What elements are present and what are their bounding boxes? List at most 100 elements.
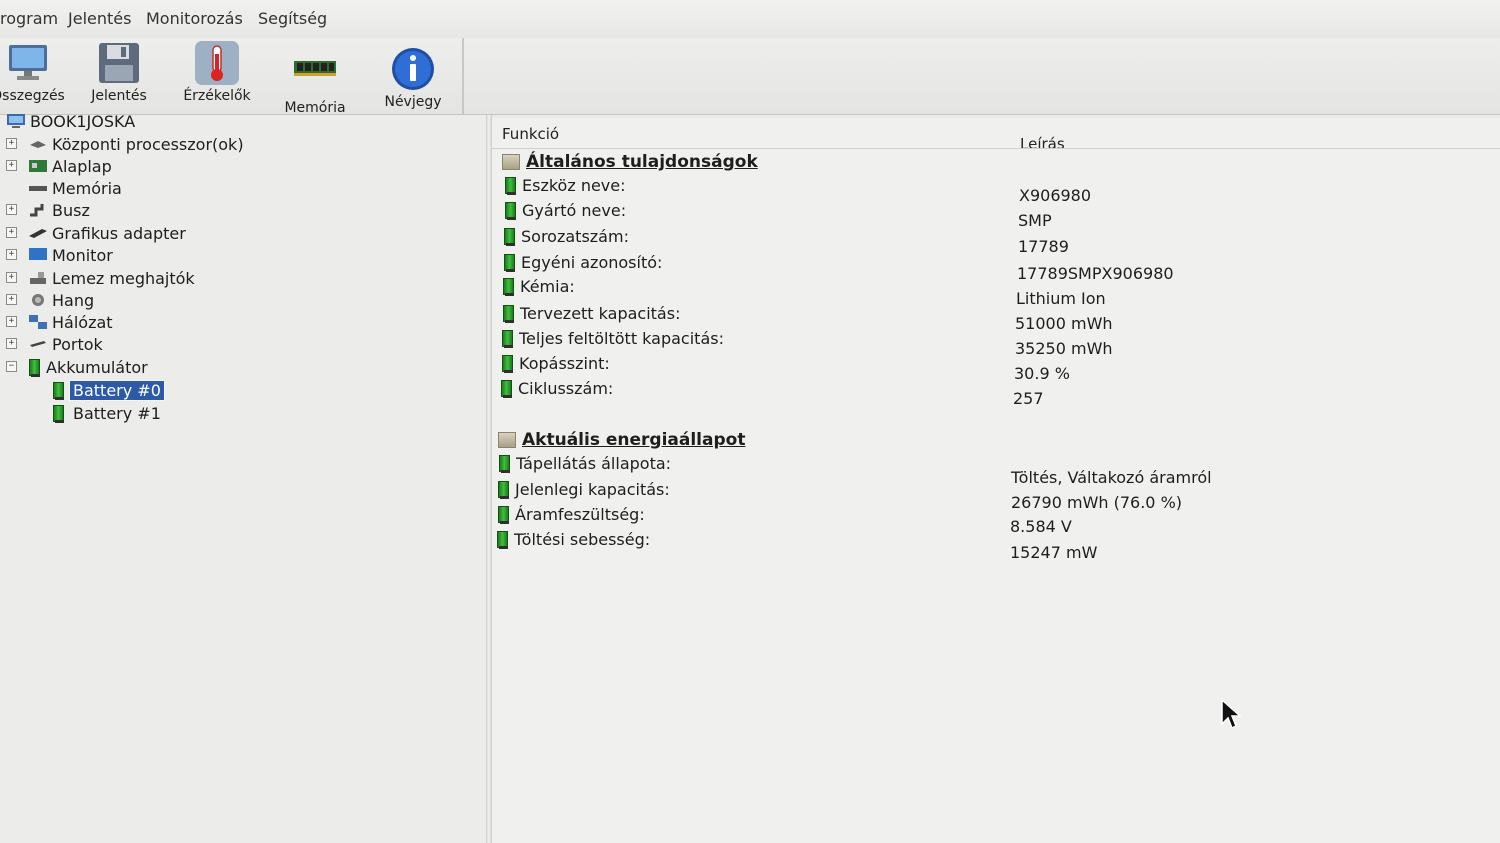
- expand-toggle[interactable]: +: [6, 249, 17, 260]
- ram-icon: [28, 180, 48, 196]
- property-row[interactable]: Kopásszint:: [501, 354, 610, 373]
- property-label: Jelenlegi kapacitás:: [515, 480, 670, 499]
- tree-root[interactable]: BOOK1JOSKA: [6, 110, 135, 132]
- summary-button[interactable]: Összegzés: [0, 40, 72, 104]
- tree-item-cpu[interactable]: + Központi processzor(ok): [6, 133, 244, 155]
- battery-icon: [500, 380, 512, 398]
- toolbar-separator: [462, 38, 464, 114]
- expand-toggle[interactable]: +: [6, 294, 17, 305]
- tree-item-label: Grafikus adapter: [52, 223, 186, 243]
- tree-item-battery[interactable]: − Akkumulátor: [6, 356, 148, 378]
- battery-icon: [52, 404, 64, 423]
- battery-icon: [501, 355, 513, 373]
- property-row[interactable]: Kémia:: [502, 277, 575, 296]
- memory-label: Memória: [284, 100, 346, 116]
- expand-toggle[interactable]: +: [6, 338, 17, 349]
- about-button[interactable]: Névjegy: [369, 40, 457, 110]
- property-value: 35250 mWh: [1015, 339, 1113, 358]
- collapse-toggle[interactable]: −: [6, 361, 17, 372]
- property-label: Kopásszint:: [519, 354, 610, 373]
- tree-item-label: Központi processzor(ok): [52, 134, 244, 154]
- battery-icon: [497, 481, 509, 499]
- speaker-icon: [28, 292, 48, 308]
- tree-item-label: Lemez meghajtók: [52, 268, 195, 288]
- property-row[interactable]: Egyéni azonosító:: [503, 253, 662, 272]
- memory-button[interactable]: Memória: [271, 40, 359, 116]
- network-icon: [28, 314, 48, 330]
- tree-item-label: Monitor: [52, 245, 113, 265]
- property-label: Áramfeszültség:: [515, 505, 645, 524]
- floppy-icon: [95, 40, 143, 86]
- tree-item-motherboard[interactable]: + Alaplap: [6, 155, 112, 177]
- column-header-function[interactable]: Funkció: [502, 125, 559, 143]
- column-header-description[interactable]: Leírás: [1020, 135, 1065, 153]
- property-row[interactable]: Sorozatszám:: [503, 227, 629, 246]
- battery-icon: [497, 506, 509, 524]
- battery-icon: [498, 455, 510, 473]
- battery-icon: [501, 330, 513, 348]
- property-row[interactable]: Ciklusszám:: [500, 379, 613, 398]
- tree-item-disks[interactable]: + Lemez meghajtók: [6, 267, 195, 289]
- tree-item-label: Busz: [52, 200, 90, 220]
- property-label: Töltési sebesség:: [514, 530, 651, 549]
- gpu-icon: [28, 225, 48, 241]
- expand-toggle[interactable]: +: [6, 227, 17, 238]
- tree-item-battery-1[interactable]: Battery #1: [52, 402, 164, 424]
- expand-toggle[interactable]: +: [6, 272, 17, 283]
- property-label: Kémia:: [520, 277, 575, 296]
- property-label: Tápellátás állapota:: [516, 454, 672, 473]
- mouse-cursor-icon: [1220, 698, 1242, 734]
- menu-monitoring[interactable]: Monitorozás: [146, 9, 243, 28]
- property-row[interactable]: Gyártó neve:: [504, 201, 626, 220]
- summary-label: Összegzés: [0, 88, 65, 104]
- tree-item-sound[interactable]: + Hang: [6, 289, 94, 311]
- property-value: 26790 mWh (76.0 %): [1011, 493, 1183, 512]
- expand-toggle[interactable]: +: [6, 138, 17, 149]
- menu-help[interactable]: Segítség: [258, 9, 327, 28]
- about-label: Névjegy: [384, 94, 442, 110]
- expand-toggle[interactable]: +: [6, 204, 17, 215]
- menu-program[interactable]: rogram: [0, 9, 58, 28]
- tree-item-battery-0[interactable]: Battery #0: [52, 379, 165, 401]
- section-title: Aktuális energiaállapot: [522, 430, 746, 450]
- tree-item-monitor[interactable]: + Monitor: [6, 244, 113, 266]
- device-tree: BOOK1JOSKA + Központi processzor(ok) + A…: [0, 112, 488, 843]
- cpu-icon: [28, 136, 48, 152]
- header-divider: [492, 148, 1500, 149]
- tree-item-label: Hang: [52, 290, 95, 310]
- tree-item-label: Akkumulátor: [46, 357, 148, 377]
- menu-report[interactable]: Jelentés: [68, 9, 131, 28]
- sensors-button[interactable]: Érzékelők: [173, 40, 261, 104]
- property-value: 30.9 %: [1014, 364, 1070, 383]
- tree-item-network[interactable]: + Hálózat: [6, 311, 113, 333]
- expand-toggle[interactable]: +: [6, 316, 17, 327]
- property-value: Töltés, Váltakozó áramról: [1011, 468, 1212, 487]
- thermometer-icon: [193, 40, 241, 86]
- expand-toggle[interactable]: +: [6, 160, 17, 171]
- property-row[interactable]: Áramfeszültség:: [497, 505, 645, 524]
- report-button[interactable]: Jelentés: [75, 40, 163, 104]
- tree-item-bus[interactable]: + Busz: [6, 199, 90, 221]
- bus-icon: [28, 202, 48, 218]
- memory-module-icon: [291, 46, 339, 92]
- property-value: 51000 mWh: [1015, 314, 1113, 333]
- tree-item-memory[interactable]: Memória: [6, 177, 122, 199]
- tree-root-label: BOOK1JOSKA: [30, 111, 136, 131]
- property-row[interactable]: Jelenlegi kapacitás:: [497, 480, 670, 499]
- battery-icon: [503, 254, 515, 272]
- section-current-power-state: Aktuális energiaállapot: [498, 430, 745, 450]
- property-label: Tervezett kapacitás:: [520, 304, 681, 323]
- battery-icon: [504, 202, 516, 220]
- tree-item-label: Memória: [52, 178, 122, 198]
- property-row[interactable]: Teljes feltöltött kapacitás:: [501, 329, 724, 348]
- tree-item-graphics[interactable]: + Grafikus adapter: [6, 222, 186, 244]
- property-row[interactable]: Tápellátás állapota:: [498, 454, 671, 473]
- port-icon: [28, 336, 48, 352]
- tree-item-ports[interactable]: + Portok: [6, 333, 103, 355]
- property-row[interactable]: Eszköz neve:: [504, 176, 626, 195]
- battery-icon: [502, 305, 514, 323]
- property-row[interactable]: Töltési sebesség:: [496, 530, 650, 549]
- property-value: 8.584 V: [1010, 517, 1072, 536]
- property-row[interactable]: Tervezett kapacitás:: [502, 304, 680, 323]
- property-label: Gyártó neve:: [522, 201, 627, 220]
